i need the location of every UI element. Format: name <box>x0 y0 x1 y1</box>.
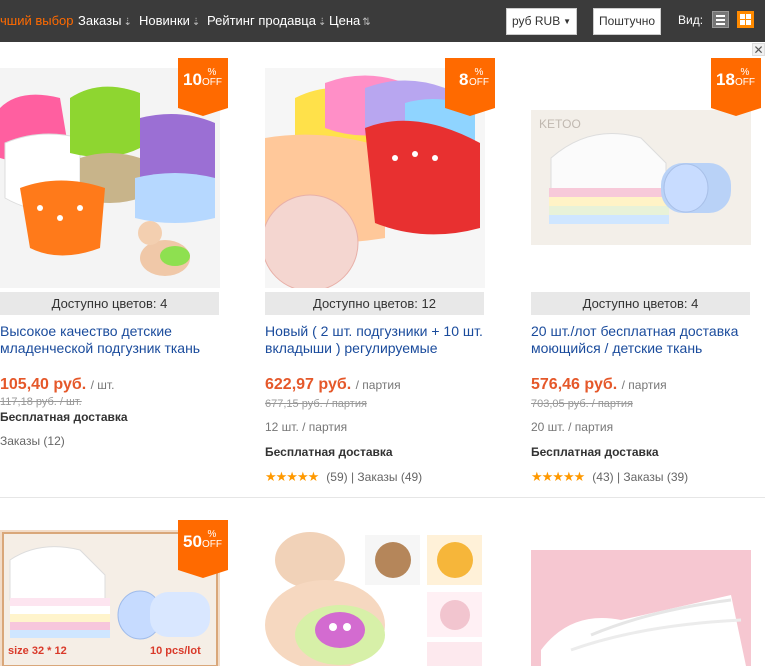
product-card[interactable] <box>531 550 751 666</box>
original-price: 117,18 руб. / шт. <box>0 396 82 408</box>
sort-arrow-icon: ⇣ <box>317 17 327 28</box>
available-colors: Доступно цветов: 12 <box>265 292 484 315</box>
per-piece-toggle[interactable]: Поштучно <box>593 8 661 35</box>
sort-orders[interactable]: Заказы ⇣ <box>78 13 132 28</box>
sort-seller-rating[interactable]: Рейтинг продавца ⇣ <box>207 13 326 28</box>
list-view-icon[interactable] <box>712 11 729 28</box>
sort-arrow-icon: ⇣ <box>123 17 132 28</box>
product-image[interactable] <box>531 550 751 666</box>
row-divider <box>0 497 765 498</box>
product-card[interactable]: 10 % OFF Доступно цветов: 4 Высокое качес… <box>0 58 228 468</box>
sort-bar: чший выбор Заказы ⇣ Новинки ⇣ Рейтинг прод… <box>0 0 765 42</box>
currency-select[interactable]: руб RUB ▼ <box>506 8 577 35</box>
lot-size: 12 шт. / партия <box>265 420 348 434</box>
close-icon[interactable]: ✕ <box>752 43 765 57</box>
free-shipping: Бесплатная доставка <box>265 445 393 459</box>
star-rating-icon: ★★★★★ <box>265 469 319 484</box>
available-colors: Доступно цветов: 4 <box>531 292 750 315</box>
orders-link[interactable]: Заказы (12) <box>0 434 65 448</box>
chevron-down-icon: ▼ <box>563 17 571 26</box>
rating-and-orders[interactable]: ★★★★★ (43) | Заказы (39) <box>531 469 688 485</box>
available-colors: Доступно цветов: 4 <box>0 292 219 315</box>
product-card[interactable] <box>265 530 485 666</box>
sort-both-icon: ⇅ <box>362 17 371 28</box>
discount-badge: 8 % OFF <box>445 58 495 116</box>
view-label: Вид: <box>678 13 704 27</box>
free-shipping: Бесплатная доставка <box>531 445 659 459</box>
image-qty-text: 10 pcs/lot <box>150 645 201 657</box>
sort-price[interactable]: Цена ⇅ <box>329 13 371 28</box>
original-price: 677,15 руб. / партия <box>265 398 367 410</box>
image-size-text: size 32 * 12 <box>8 645 67 657</box>
discount-badge: 10 % OFF <box>178 58 228 116</box>
product-price: 622,97 руб. / партия <box>265 376 401 393</box>
product-card[interactable]: 8 % OFF Доступно цветов: 12 Новый ( 2 шт.… <box>265 58 495 488</box>
ketoo-watermark: KETOO <box>539 117 581 131</box>
product-card[interactable]: KETOO 18 % OFF Доступно цветов: 4 20 шт./… <box>531 58 761 488</box>
sort-newest[interactable]: Новинки ⇣ <box>139 13 200 28</box>
grid-view-icon[interactable] <box>737 11 754 28</box>
product-price: 105,40 руб. / шт. <box>0 376 115 393</box>
product-title-link[interactable]: Высокое качество детские младенческой по… <box>0 323 218 359</box>
discount-badge: 18 % OFF <box>711 58 761 116</box>
product-card[interactable]: size 32 * 12 10 pcs/lot 50 % OFF <box>0 520 228 666</box>
rating-and-orders[interactable]: ★★★★★ (59) | Заказы (49) <box>265 469 422 485</box>
product-image[interactable] <box>265 530 485 666</box>
sort-arrow-icon: ⇣ <box>191 17 201 28</box>
free-shipping: Бесплатная доставка <box>0 410 128 424</box>
sort-best-match[interactable]: чший выбор <box>0 13 74 28</box>
lot-size: 20 шт. / партия <box>531 420 614 434</box>
product-price: 576,46 руб. / партия <box>531 376 667 393</box>
star-rating-icon: ★★★★★ <box>531 469 585 484</box>
original-price: 703,05 руб. / партия <box>531 398 633 410</box>
discount-badge: 50 % OFF <box>178 520 228 578</box>
product-title-link[interactable]: Новый ( 2 шт. подгузники + 10 шт. вклады… <box>265 323 483 359</box>
product-title-link[interactable]: 20 шт./лот бесплатная доставка моющийся … <box>531 323 749 359</box>
